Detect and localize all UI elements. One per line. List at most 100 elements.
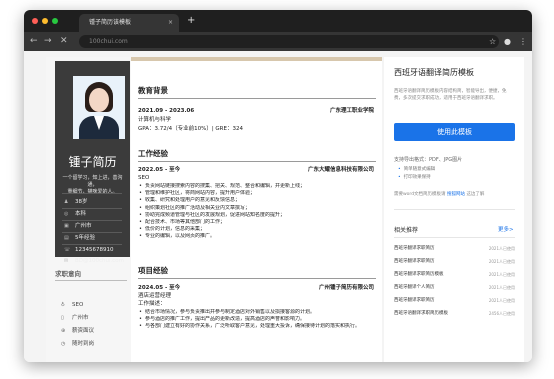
related-item[interactable]: 西班牙翻译求职简历 2021人已使用 bbox=[394, 297, 515, 305]
phone-icon: ☏ bbox=[64, 247, 71, 253]
browser-tab[interactable]: 锺子简历该模板 × bbox=[79, 14, 179, 32]
related-more-link[interactable]: 更多> bbox=[498, 225, 514, 233]
intent-salary-text: 薪资面议 bbox=[72, 328, 95, 334]
location-icon: ▣ bbox=[64, 223, 69, 229]
resume-sidebar: 锺子简历 一个留学习，知上进，善沟通， 重细节，猫咪爱的人。 ♟ 38岁 ◎ 本科 … bbox=[46, 57, 131, 362]
info-divider bbox=[62, 244, 122, 245]
info-phone: ☏ 12345678910 bbox=[64, 246, 114, 255]
list-item: 收集、研究和处理用户的意见和反馈信息； bbox=[138, 197, 376, 204]
browser-window: 锺子简历该模板 × + ← → ✕ 100chui.com ☆ ● ⋮ 锺子简历… bbox=[24, 10, 532, 362]
info-age: ♟ 38岁 bbox=[64, 198, 88, 207]
education-heading-line bbox=[138, 98, 376, 99]
info-education: ◎ 本科 bbox=[64, 210, 86, 219]
forward-icon[interactable]: → bbox=[44, 35, 52, 48]
info-divider bbox=[62, 220, 122, 221]
list-item: 低价的计划，信息的采集； bbox=[138, 226, 376, 233]
info-email-text: BD@100chui.com bbox=[75, 258, 125, 264]
related-item-title: 西班牙翻译求职简历 bbox=[394, 259, 435, 264]
list-item: 参与酒店的推广工作，提出产品的更新改造，提高酒店的声誉和影响力。 bbox=[138, 316, 376, 323]
project-duties-list: 结合市场情况，参与负责推出并参与制定酒店对外销售以及损接客源的计划。 参与酒店的… bbox=[138, 309, 376, 331]
project-heading-line bbox=[138, 278, 376, 279]
info-location: ▣ 广州市 bbox=[64, 222, 92, 231]
job-icon: ♁ bbox=[61, 302, 65, 308]
info-experience: ▤ 5年经验 bbox=[64, 234, 95, 243]
info-divider bbox=[62, 232, 122, 233]
person-icon: ♟ bbox=[64, 199, 69, 205]
page-content: 锺子简历 一个留学习，知上进，善沟通， 重细节，猫咪爱的人。 ♟ 38岁 ◎ 本科 … bbox=[24, 51, 532, 362]
work-heading: 工作经验 bbox=[138, 149, 168, 158]
related-item-title: 西班牙翻译个人简历 bbox=[394, 285, 435, 290]
word-tip: 需要word文档简历模板请 搜狐网站 这边了解 bbox=[394, 191, 484, 198]
bookmark-star-icon[interactable]: ☆ bbox=[489, 36, 496, 47]
info-education-text: 本科 bbox=[75, 211, 87, 217]
related-item[interactable]: 西班牙翻译求职简历 2021人已使用 bbox=[394, 245, 515, 253]
feature-item: 简单随意式编辑 bbox=[398, 167, 436, 173]
list-item: 管理和维护社区，将商网站内容，提升用户体验； bbox=[138, 190, 376, 197]
tab-title: 锺子简历该模板 bbox=[89, 19, 132, 26]
use-template-button[interactable]: 使用此模板 bbox=[394, 123, 515, 141]
panel-divider bbox=[394, 209, 515, 210]
resume-preview: 锺子简历 一个留学习，知上进，善沟通， 重细节，猫咪爱的人。 ♟ 38岁 ◎ 本科 … bbox=[46, 57, 382, 362]
intent-city-text: 广州市 bbox=[72, 315, 89, 321]
photo-face bbox=[89, 88, 109, 112]
profile-avatar-icon[interactable]: ● bbox=[504, 36, 511, 47]
intent-availability: ◷ 随时到岗 bbox=[61, 340, 94, 348]
related-item[interactable]: 西班牙翻译求职简历模板 2021人已使用 bbox=[394, 271, 515, 279]
word-tip-suffix: 这边了解 bbox=[466, 192, 485, 197]
tab-close-icon[interactable]: × bbox=[168, 14, 173, 32]
info-email: ✉ BD@100chui.com bbox=[64, 257, 124, 266]
resume-name: 锺子简历 bbox=[68, 155, 117, 169]
intent-salary: ⊕ 薪资面议 bbox=[61, 327, 94, 335]
salary-icon: ⊕ bbox=[61, 328, 66, 334]
related-item-count: 2456人已使用 bbox=[488, 311, 515, 316]
intent-heading-line bbox=[55, 280, 127, 281]
address-input[interactable]: 100chui.com bbox=[79, 35, 499, 48]
related-item[interactable]: 西班牙翻译个人简历 2021人已使用 bbox=[394, 284, 515, 292]
education-major: 计算机与科学 bbox=[138, 117, 172, 123]
project-company: 广州锺子简历有限公司 bbox=[318, 285, 374, 291]
project-date: 2024.05 - 至今 bbox=[138, 285, 181, 291]
intent-availability-text: 随时到岗 bbox=[72, 341, 95, 347]
project-role: 酒店运营经理 bbox=[138, 293, 172, 299]
reload-icon[interactable]: ✕ bbox=[60, 35, 68, 48]
minimize-window-icon[interactable] bbox=[42, 18, 48, 24]
menu-icon[interactable]: ⋮ bbox=[519, 36, 527, 47]
info-divider bbox=[62, 208, 122, 209]
list-item: 专业的编辑，以及网页的推广。 bbox=[138, 233, 376, 240]
maximize-window-icon[interactable] bbox=[52, 18, 58, 24]
related-item[interactable]: 西班牙语翻译求职简历模板 2456人已使用 bbox=[394, 310, 515, 318]
related-item-count: 2021人已使用 bbox=[488, 259, 515, 264]
related-item-count: 2021人已使用 bbox=[488, 285, 515, 290]
tab-bar: 锺子简历该模板 × + bbox=[24, 10, 532, 32]
template-info-panel: 西班牙语翻译简历模板 西班牙语翻译简历模板内容结构简，智能导出，便捷，免费，多次… bbox=[384, 57, 524, 362]
info-age-text: 38岁 bbox=[75, 199, 88, 205]
intent-city: ▯ 广州市 bbox=[61, 314, 89, 322]
related-item[interactable]: 西班牙翻译求职简历 2021人已使用 bbox=[394, 258, 515, 266]
experience-icon: ▤ bbox=[64, 235, 69, 241]
related-item-title: 西班牙翻译求职简历 bbox=[394, 298, 435, 303]
education-heading: 教育背景 bbox=[138, 86, 168, 95]
resume-main: 教育背景 2021.09 - 2023.06 广东理工职业学院 计算机与科学 G… bbox=[138, 57, 378, 362]
new-tab-button[interactable]: + bbox=[187, 13, 195, 29]
sidebar-divider bbox=[62, 193, 122, 194]
education-gpa: GPA：3.72/4（专业前10%）| GRE：324 bbox=[138, 126, 243, 132]
work-company: 广东大耀信息科技有限公司 bbox=[307, 167, 374, 173]
work-duties-list: 负责网站链接搜索内容的搜集、把关、规范、整合和编辑，并更新上线； 管理和维护社区… bbox=[138, 183, 376, 241]
list-item: 负责网站链接搜索内容的搜集、把关、规范、整合和编辑，并更新上线； bbox=[138, 183, 376, 190]
feature-item: 打印效果保持 bbox=[398, 175, 431, 181]
education-icon: ◎ bbox=[64, 211, 69, 217]
intent-position: ♁ SEO bbox=[61, 301, 83, 309]
education-date: 2021.09 - 2023.06 bbox=[138, 108, 195, 114]
close-window-icon[interactable] bbox=[32, 18, 38, 24]
work-role: SEO bbox=[138, 175, 150, 181]
word-tip-link[interactable]: 搜狐网站 bbox=[447, 192, 465, 197]
time-icon: ◷ bbox=[61, 341, 66, 347]
related-item-count: 2021人已使用 bbox=[488, 246, 515, 251]
project-heading: 项目经验 bbox=[138, 266, 168, 275]
work-heading-line bbox=[138, 161, 376, 162]
export-formats: 支持导出格式：PDF、JPG图片 bbox=[394, 157, 463, 163]
template-description: 西班牙语翻译简历模板内容结构简，智能导出，便捷，免费，多次提交求职成功，适用于西… bbox=[394, 89, 507, 101]
back-icon[interactable]: ← bbox=[30, 35, 38, 48]
city-icon: ▯ bbox=[61, 315, 64, 321]
intent-heading: 求职意向 bbox=[55, 270, 81, 278]
